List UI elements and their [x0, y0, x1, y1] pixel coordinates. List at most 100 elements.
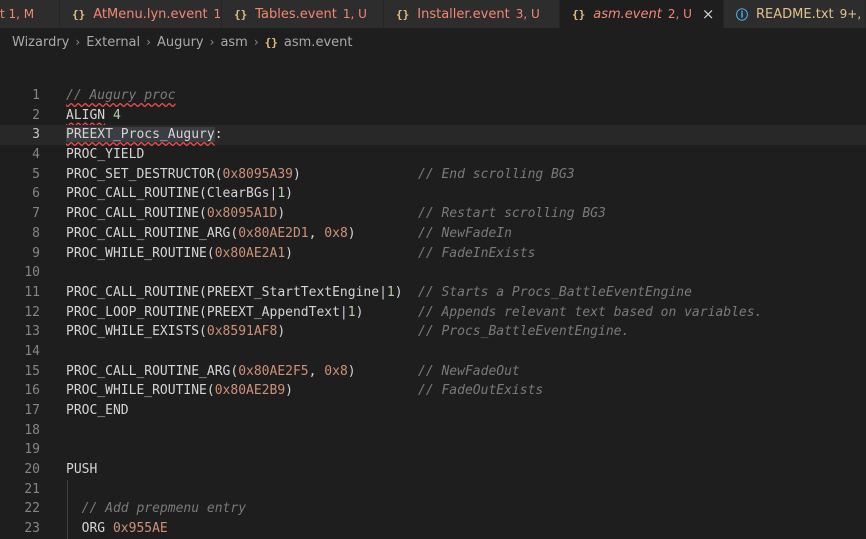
code-line[interactable]: 23 ORG 0x955AE: [0, 519, 866, 539]
tab-problem-badge: 2, U: [667, 7, 692, 21]
tab-asm-event[interactable]: {} asm.event 2, U ×: [560, 0, 724, 28]
line-number: 15: [24, 363, 40, 379]
code-text: PREEXT_Procs_Augury:: [66, 127, 223, 143]
chevron-right-icon: ›: [75, 35, 81, 49]
editor-tab-bar: t 1, M {} AtMenu.lyn.event 1 {} Tables.event 1…: [0, 0, 866, 28]
line-number: 5: [32, 166, 40, 182]
tab-label: AtMenu.lyn.event: [93, 6, 208, 22]
code-comment: // Procs_BattleEventEngine.: [418, 324, 630, 340]
code-line[interactable]: 14: [0, 342, 866, 362]
code-line[interactable]: 22 // Add prepmenu entry: [0, 499, 866, 520]
code-line[interactable]: 8 PROC_CALL_ROUTINE_ARG(0x80AE2D1, 0x8) //…: [0, 224, 866, 244]
code-text: PROC_WHILE_ROUTINE(0x80AE2A1): [66, 245, 293, 261]
breadcrumb-item[interactable]: Wizardry: [12, 35, 69, 50]
line-number: 4: [32, 147, 40, 163]
code-line[interactable]: 17 PROC_END: [0, 401, 866, 421]
code-line[interactable]: 9 PROC_WHILE_ROUTINE(0x80AE2A1) // FadeInE…: [0, 244, 866, 264]
code-text: // Augury proc: [66, 88, 176, 103]
code-comment: // FadeOutExists: [418, 383, 544, 399]
tab-tables-event[interactable]: {} Tables.event 1, U: [222, 0, 384, 28]
line-number: 23: [24, 521, 40, 537]
tab-problem-badge: 1, U: [342, 7, 367, 21]
breadcrumb-item[interactable]: External: [86, 35, 140, 50]
indent-guide: [67, 479, 68, 500]
tab-problem-badge: 1: [213, 7, 222, 21]
line-number: 21: [24, 481, 40, 497]
tab-readme-txt[interactable]: ⓘ README.txt 9+, U: [724, 0, 866, 28]
code-line[interactable]: 2 ALIGN 4: [0, 106, 866, 126]
code-line[interactable]: 4 PROC_YIELD: [0, 145, 866, 165]
code-line[interactable]: 16 PROC_WHILE_ROUTINE(0x80AE2B9) // FadeOu…: [0, 381, 866, 401]
json-braces-icon: {}: [572, 7, 586, 21]
code-text: PROC_SET_DESTRUCTOR(0x8095A39): [66, 166, 301, 182]
code-text: PROC_CALL_ROUTINE(ClearBGs|1): [66, 186, 293, 202]
code-line[interactable]: 21: [0, 479, 866, 500]
code-line[interactable]: 10: [0, 263, 866, 283]
code-line[interactable]: 15 PROC_CALL_ROUTINE_ARG(0x80AE2F5, 0x8) /…: [0, 362, 866, 382]
code-line[interactable]: 1 // Augury proc: [0, 86, 866, 106]
line-number: 3: [32, 127, 40, 143]
line-number: 17: [24, 403, 40, 418]
line-number: 8: [32, 225, 40, 241]
code-comment: // End scrolling BG3: [418, 166, 575, 182]
code-comment: // FadeInExists: [418, 245, 536, 261]
json-braces-icon: {}: [72, 7, 86, 21]
code-text: PROC_CALL_ROUTINE_ARG(0x80AE2F5, 0x8): [66, 363, 356, 379]
code-line[interactable]: 19: [0, 440, 866, 460]
line-number: 13: [24, 324, 40, 340]
line-number: 16: [24, 383, 40, 399]
json-braces-icon: {}: [396, 7, 410, 21]
line-number: 10: [24, 265, 40, 281]
chevron-right-icon: ›: [209, 35, 215, 49]
breadcrumb-item[interactable]: asm: [220, 35, 247, 50]
code-comment: // NewFadeIn: [418, 225, 512, 241]
code-line[interactable]: 7 PROC_CALL_ROUTINE(0x8095A1D) // Restart …: [0, 204, 866, 224]
code-text: ORG 0x955AE: [66, 521, 168, 537]
tab-truncated[interactable]: t 1, M: [0, 0, 60, 28]
tab-installer-event[interactable]: {} Installer.event 3, U: [384, 0, 560, 28]
close-icon[interactable]: ×: [702, 5, 715, 23]
tab-problem-badge: 3, U: [515, 7, 540, 21]
tab-label: Tables.event: [255, 6, 337, 22]
line-number: 11: [24, 284, 40, 300]
json-braces-icon: {}: [264, 35, 278, 49]
json-braces-icon: {}: [234, 7, 248, 21]
code-line[interactable]: 20 PUSH: [0, 460, 866, 480]
line-number: 7: [32, 206, 40, 222]
breadcrumb-file[interactable]: asm.event: [284, 35, 353, 50]
code-line[interactable]: 3 PREEXT_Procs_Augury:: [0, 125, 866, 146]
chevron-right-icon: ›: [253, 35, 259, 49]
line-number: 20: [24, 462, 40, 478]
tab-atmenu-lyn-event[interactable]: {} AtMenu.lyn.event 1: [60, 0, 222, 28]
tab-label: README.txt: [756, 6, 834, 22]
code-text: PROC_WHILE_EXISTS(0x8591AF8): [66, 324, 286, 340]
code-line[interactable]: 5 PROC_SET_DESTRUCTOR(0x8095A39) // End sc…: [0, 165, 866, 185]
code-editor[interactable]: 1 // Augury proc 2 ALIGN 4 3 PREEXT_Procs_Aug…: [0, 86, 866, 539]
code-text: // Add prepmenu entry: [81, 501, 247, 517]
tab-label: asm.event: [593, 6, 662, 22]
code-text: PROC_CALL_ROUTINE_ARG(0x80AE2D1, 0x8): [66, 225, 356, 241]
code-text: PROC_CALL_ROUTINE(PREEXT_StartTextEngine…: [66, 284, 403, 300]
line-number: 6: [32, 186, 40, 202]
code-line[interactable]: 18: [0, 421, 866, 441]
code-comment: // Starts a Procs_BattleEventEngine: [418, 284, 692, 300]
line-number: 2: [32, 107, 40, 123]
code-comment: // NewFadeOut: [418, 363, 520, 379]
code-text: PROC_CALL_ROUTINE(0x8095A1D): [66, 206, 286, 222]
tab-label: Installer.event: [417, 6, 510, 22]
code-comment: // Appends relevant text based on variab…: [418, 304, 763, 320]
code-line[interactable]: 12 PROC_LOOP_ROUTINE(PREEXT_AppendText|1)…: [0, 303, 866, 323]
chevron-right-icon: ›: [146, 35, 151, 49]
code-line[interactable]: 11 PROC_CALL_ROUTINE(PREEXT_StartTextEngi…: [0, 283, 866, 303]
code-line[interactable]: 13 PROC_WHILE_EXISTS(0x8591AF8) // Procs_B…: [0, 322, 866, 342]
code-line[interactable]: 6 PROC_CALL_ROUTINE(ClearBGs|1): [0, 184, 866, 204]
code-text: PROC_LOOP_ROUTINE(PREEXT_AppendText|1): [66, 304, 364, 320]
line-number: 9: [32, 245, 40, 261]
tab-problem-badge: 9+, U: [839, 7, 866, 21]
line-number: 22: [24, 501, 40, 517]
breadcrumb-item[interactable]: Augury: [157, 35, 204, 50]
info-file-icon: ⓘ: [736, 7, 749, 22]
code-text: PROC_YIELD: [66, 147, 145, 163]
code-text: PROC_WHILE_ROUTINE(0x80AE2B9): [66, 383, 293, 399]
breadcrumb: Wizardry › External › Augury › asm › {} asm.event: [0, 28, 866, 56]
